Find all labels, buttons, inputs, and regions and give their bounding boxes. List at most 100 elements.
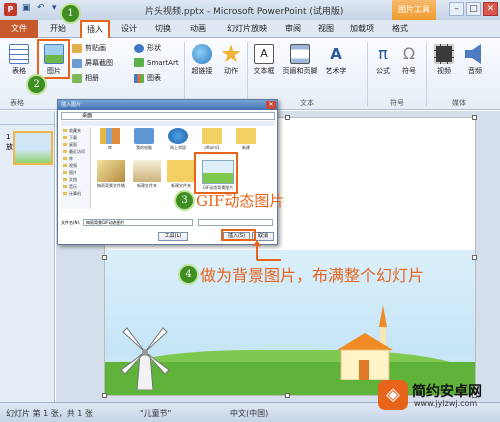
shapes-icon (134, 43, 144, 53)
smartart-button[interactable]: SmartArt (134, 58, 179, 67)
hyperlink-button[interactable]: 超链接 (189, 44, 215, 76)
film-icon (434, 44, 454, 64)
chart-button[interactable]: 图表 (134, 73, 161, 83)
file-item[interactable]: 新建文件夹 (130, 160, 164, 189)
clipart-button[interactable]: 剪贴画 (72, 43, 106, 53)
file-item[interactable]: 新建 (232, 128, 260, 151)
status-theme: "儿童节" (140, 409, 172, 418)
folder-icon (236, 128, 256, 144)
resize-handle[interactable] (472, 255, 477, 260)
dialog-close-button[interactable]: ✕ (266, 101, 276, 109)
screenshot-button[interactable]: 屏幕截图 (72, 58, 113, 68)
tab-addins[interactable]: 加载项 (350, 23, 374, 34)
tools-dropdown[interactable]: 工具(L) (158, 232, 188, 241)
tab-animations[interactable]: 动画 (190, 23, 206, 34)
resize-handle[interactable] (472, 115, 477, 120)
file-item[interactable]: 梅雨背景文件桶 (94, 160, 128, 189)
speaker-icon (465, 44, 481, 64)
clipart-icon (72, 43, 82, 53)
nav-item[interactable]: 文档 (61, 176, 90, 183)
picture-button[interactable]: 图片 (40, 44, 68, 76)
filename-field[interactable]: 梅雨背景GIF动态图片 (83, 219, 193, 226)
picture-icon (44, 44, 64, 64)
ribbon-tabs: 文件 开始 插入 设计 切换 动画 幻灯片放映 审阅 视图 加载项 格式 (0, 20, 500, 39)
file-item[interactable]: 网上邻居 (164, 128, 192, 151)
undo-icon[interactable]: ↶ (37, 3, 48, 14)
nav-item[interactable]: 收藏夹 (61, 127, 90, 134)
callout-text-background: 做为背景图片，布满整个幻灯片 (200, 266, 425, 285)
step-number-badge: 1 (62, 5, 79, 22)
maximize-button[interactable]: □ (466, 2, 481, 16)
action-button[interactable]: 动作 (219, 44, 243, 76)
audio-button[interactable]: 音频 (463, 44, 487, 76)
tab-slideshow[interactable]: 幻灯片放映 (227, 23, 267, 34)
callout-step-2: 2 (28, 76, 45, 93)
nav-item[interactable]: 图片 (61, 169, 90, 176)
tab-insert[interactable]: 插入 (80, 20, 110, 39)
video-button[interactable]: 视频 (432, 44, 456, 76)
nav-item[interactable]: 最近访问 (61, 148, 90, 155)
table-button[interactable]: 表格 (6, 44, 32, 76)
file-item[interactable]: oftaim1 (198, 128, 226, 150)
omega-icon: Ω (402, 44, 416, 63)
callout-step-3: 3 GIF动态图片 (176, 190, 284, 211)
resize-handle[interactable] (102, 255, 107, 260)
minimize-button[interactable]: – (449, 2, 464, 16)
nav-item[interactable]: 视频 (61, 162, 90, 169)
step-number-badge: 3 (176, 192, 193, 209)
resize-handle[interactable] (102, 393, 107, 398)
nav-item[interactable]: 库 (61, 155, 90, 162)
slides-pane: 1 放 (0, 111, 55, 402)
album-button[interactable]: 相册 (72, 73, 99, 83)
filename-label: 文件名(N): (61, 220, 81, 225)
nav-item[interactable]: 桌面 (61, 141, 90, 148)
window-title: 片头视频.pptx - Microsoft PowerPoint (试用版) (145, 7, 344, 17)
equation-button[interactable]: π 公式 (372, 44, 394, 76)
tab-format[interactable]: 格式 (392, 23, 408, 34)
nav-item[interactable]: 音乐 (61, 183, 90, 190)
group-label-tables: 表格 (10, 99, 24, 107)
slide-number: 1 (6, 133, 11, 141)
slide-thumb-label: 放 (6, 143, 13, 151)
resize-handle[interactable] (285, 393, 290, 398)
nav-item[interactable]: 下载 (61, 134, 90, 141)
network-icon (168, 128, 188, 144)
textbox-button[interactable]: A 文本框 (251, 44, 277, 76)
computer-icon (134, 128, 154, 144)
dialog-toolbar (61, 121, 275, 126)
save-icon[interactable]: ▣ (22, 3, 33, 14)
close-button[interactable]: ✕ (483, 2, 498, 16)
file-item[interactable]: 我的电脑 (130, 128, 158, 151)
watermark-url: www.jylzwj.com (414, 399, 478, 408)
tab-file[interactable]: 文件 (0, 20, 38, 38)
tab-view[interactable]: 视图 (318, 23, 334, 34)
filetype-select[interactable] (198, 219, 273, 226)
slide-thumbnail[interactable] (13, 131, 53, 165)
wordart-button[interactable]: A 艺术字 (322, 44, 350, 76)
pane-tabs[interactable] (0, 111, 54, 125)
tab-review[interactable]: 审阅 (285, 23, 301, 34)
tab-transitions[interactable]: 切换 (155, 23, 171, 34)
quick-access-toolbar: ▣ ↶ ▾ (22, 3, 63, 14)
address-bar[interactable]: 桌面 (61, 112, 275, 120)
folder-icon (202, 128, 222, 144)
status-language[interactable]: 中文(中国) (230, 408, 268, 419)
group-label-text: 文本 (300, 99, 314, 107)
image-file-icon (133, 160, 161, 182)
symbol-button[interactable]: Ω 符号 (398, 44, 420, 76)
powerpoint-app-icon[interactable]: P (4, 3, 17, 16)
tab-design[interactable]: 设计 (121, 23, 137, 34)
screenshot-icon (72, 58, 82, 68)
header-footer-button[interactable]: 页眉和页脚 (279, 44, 321, 76)
callout-text-gif: GIF动态图片 (196, 192, 285, 210)
file-item[interactable]: 库 (96, 128, 124, 151)
tab-home[interactable]: 开始 (50, 23, 66, 34)
shapes-button[interactable]: 形状 (134, 43, 161, 53)
callout-step-4: 4 做为背景图片，布满整个幻灯片 (180, 262, 424, 286)
nav-item[interactable]: 计算机 (61, 190, 90, 197)
file-item[interactable]: 新建文件夹 (164, 160, 198, 189)
library-icon (100, 128, 120, 144)
group-label-media: 媒体 (452, 99, 466, 107)
resize-handle[interactable] (285, 115, 290, 120)
navigation-pane: 收藏夹 下载 桌面 最近访问 库 视频 图片 文档 音乐 计算机 (61, 127, 91, 209)
